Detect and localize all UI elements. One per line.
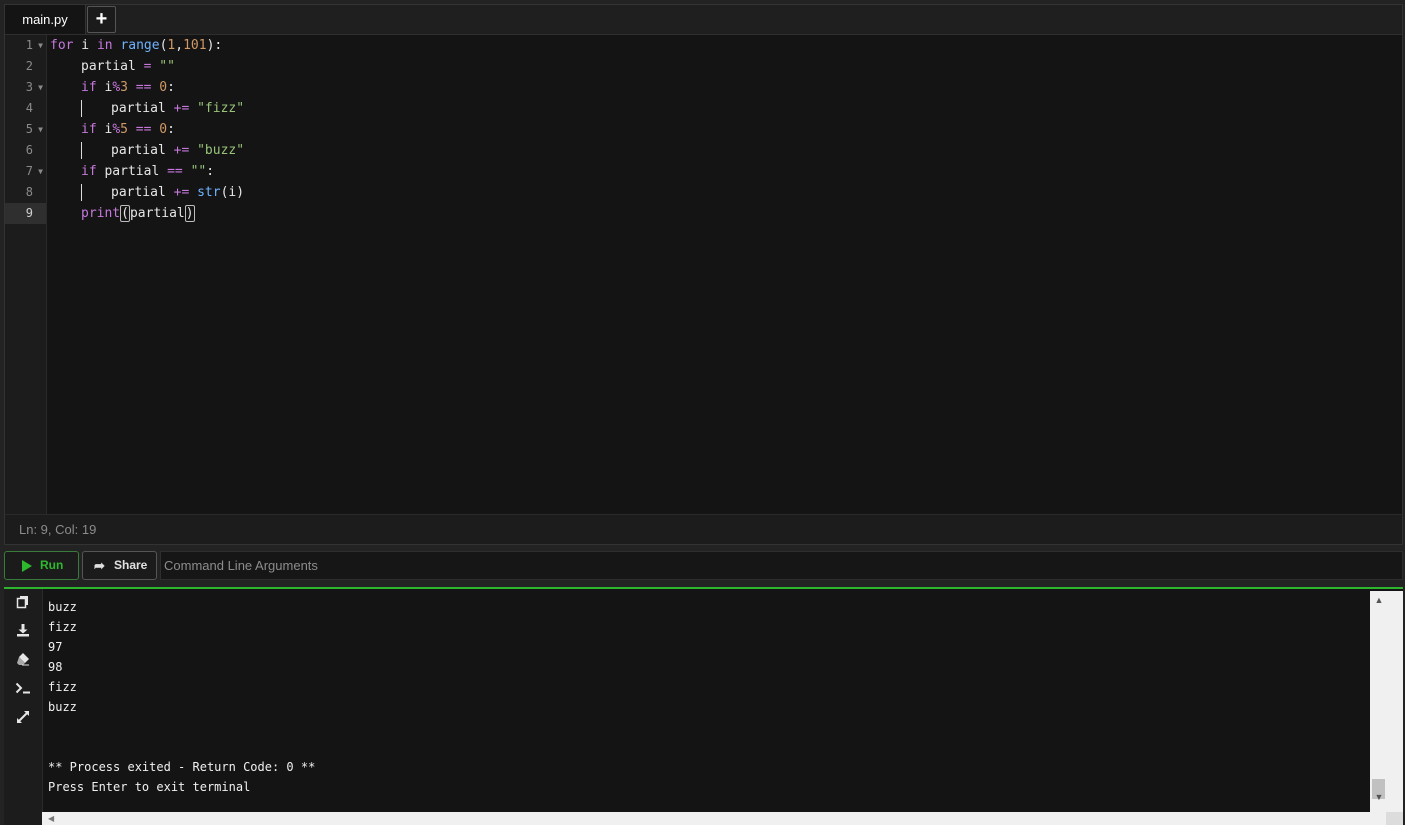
share-button-label: Share — [114, 558, 148, 572]
code-line-2: partial = "" — [81, 59, 175, 74]
line-number: 8 — [25, 185, 33, 199]
terminal-panel: buzz fizz 97 98 fizz buzz ** Process exi… — [4, 587, 1403, 825]
code-line-8: partial += str(i) — [111, 185, 245, 200]
scroll-up-arrow-icon[interactable]: ▲ — [1370, 595, 1388, 605]
line-number: 3 ▼ — [5, 77, 46, 98]
fold-arrow-icon[interactable]: ▼ — [38, 35, 43, 56]
download-icon[interactable] — [13, 622, 33, 642]
terminal-horizontal-scrollbar[interactable]: ◀ — [42, 812, 1403, 825]
scrollbar-gutter — [1388, 591, 1403, 812]
code-editor: main.py + 1 ▼ 2 3 ▼ 4 5 ▼ 6 7 ▼ 8 9 for i in… — [4, 4, 1403, 545]
terminal-line: buzz — [48, 700, 77, 714]
fold-arrow-icon[interactable]: ▼ — [38, 161, 43, 182]
terminal-vertical-scrollbar[interactable]: ▲ ▼ — [1370, 591, 1403, 812]
code-line-3: if i%3 == 0: — [81, 80, 175, 95]
code-line-5: if i%5 == 0: — [81, 122, 175, 137]
line-number: 2 — [25, 59, 33, 73]
indent-guide — [81, 100, 82, 117]
code-text-area[interactable]: for i in range(1,101): partial = "" if i… — [47, 35, 1402, 517]
indent-guide — [81, 142, 82, 159]
terminal-line: fizz — [48, 620, 77, 634]
terminal-icon[interactable] — [13, 680, 33, 700]
line-number: 6 — [25, 143, 33, 157]
code-line-9: print(partial) — [81, 205, 195, 222]
code-line-7: if partial == "": — [81, 164, 215, 179]
matching-bracket-close: ) — [184, 205, 195, 222]
add-file-button[interactable]: + — [87, 6, 116, 33]
terminal-line: ** Process exited - Return Code: 0 ** — [48, 760, 316, 774]
command-line-arguments-input[interactable] — [160, 551, 1403, 580]
expand-icon[interactable] — [13, 709, 33, 729]
fold-arrow-icon[interactable]: ▼ — [38, 119, 43, 140]
run-toolbar: Run ➦ Share — [4, 551, 1403, 581]
terminal-line: 97 — [48, 640, 63, 654]
matching-bracket-open: ( — [120, 205, 130, 222]
terminal-line: 98 — [48, 660, 63, 674]
play-icon — [22, 560, 32, 572]
terminal-line: Press Enter to exit terminal — [48, 780, 251, 794]
line-number: 5 ▼ — [5, 119, 46, 140]
terminal-output[interactable]: buzz fizz 97 98 fizz buzz ** Process exi… — [48, 597, 1368, 812]
indent-guide — [81, 184, 82, 201]
line-number: 7 ▼ — [5, 161, 46, 182]
scroll-left-arrow-icon[interactable]: ◀ — [48, 812, 54, 825]
terminal-line: buzz — [48, 600, 77, 614]
line-number: 4 — [25, 101, 33, 115]
code-line-6: partial += "buzz" — [111, 143, 245, 158]
terminal-line: fizz — [48, 680, 77, 694]
fold-arrow-icon[interactable]: ▼ — [38, 77, 43, 98]
line-number-gutter: 1 ▼ 2 3 ▼ 4 5 ▼ 6 7 ▼ 8 9 — [5, 35, 47, 517]
share-arrow-icon: ➦ — [94, 558, 105, 573]
tab-main-py[interactable]: main.py — [5, 5, 86, 34]
scroll-down-arrow-icon[interactable]: ▼ — [1370, 792, 1388, 802]
online-python-ide: main.py + 1 ▼ 2 3 ▼ 4 5 ▼ 6 7 ▼ 8 9 for i in… — [0, 0, 1405, 825]
run-button[interactable]: Run — [4, 551, 79, 580]
cursor-position-status: Ln: 9, Col: 19 — [5, 514, 1402, 544]
code-line-1: for i in range(1,101): — [50, 38, 223, 53]
copy-icon[interactable] — [13, 594, 33, 614]
share-button[interactable]: ➦ Share — [82, 551, 157, 580]
code-line-4: partial += "fizz" — [111, 101, 245, 116]
scrollbar-corner — [1386, 812, 1403, 825]
file-tab-bar: main.py + — [5, 5, 1402, 35]
terminal-toolbar — [4, 589, 43, 825]
run-button-label: Run — [40, 558, 64, 572]
line-number: 1 ▼ — [5, 35, 46, 56]
eraser-icon[interactable] — [13, 651, 33, 671]
line-number-active: 9 — [5, 203, 46, 224]
